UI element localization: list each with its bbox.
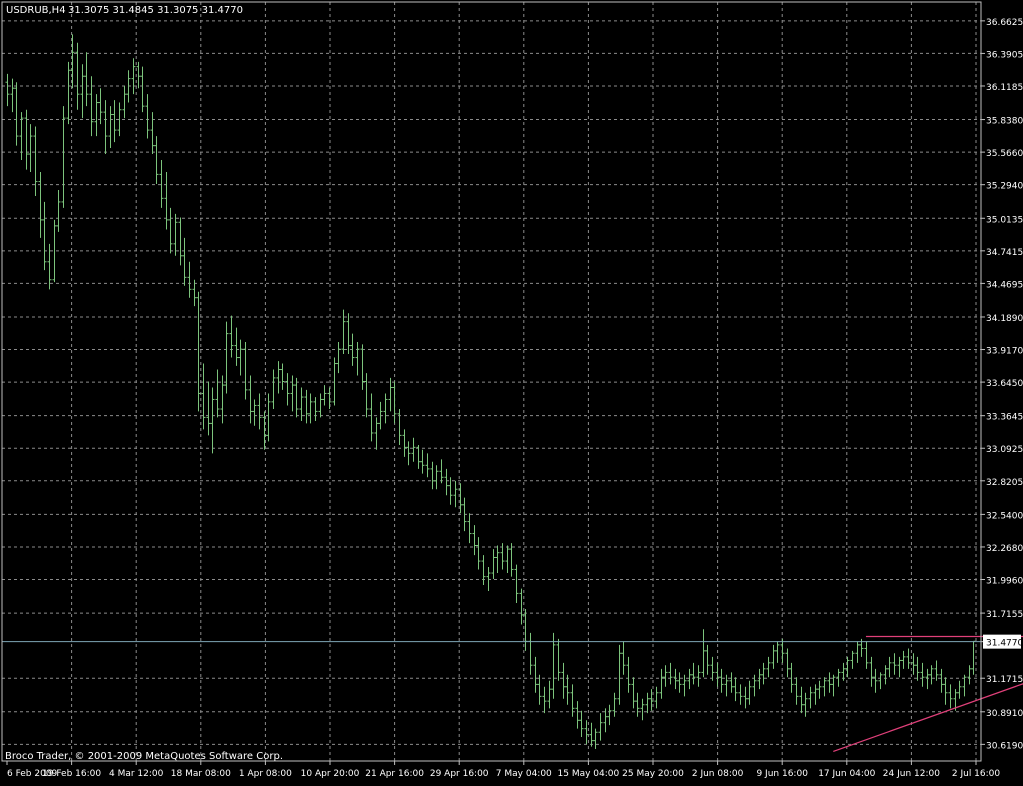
x-tick-label: 2 Jul 16:00 xyxy=(952,769,1001,779)
y-tick-label: 31.1715 xyxy=(986,675,1023,685)
x-tick-label: 24 Jun 12:00 xyxy=(883,769,940,779)
y-tick-label: 31.7155 xyxy=(986,610,1023,620)
y-tick-label: 36.3905 xyxy=(986,50,1023,60)
y-tick-label: 33.0925 xyxy=(986,445,1023,455)
x-tick-label: 10 Apr 20:00 xyxy=(301,769,360,779)
x-tick-label: 17 Jun 04:00 xyxy=(818,769,875,779)
x-tick-label: 25 May 20:00 xyxy=(622,769,684,779)
y-tick-label: 35.8380 xyxy=(986,117,1023,127)
x-tick-label: 7 May 04:00 xyxy=(496,769,552,779)
x-tick-label: 29 Apr 16:00 xyxy=(430,769,489,779)
chart-canvas[interactable]: 36.6625 36.3905 36.1185 35.8380 35.5660 35.29… xyxy=(0,0,1023,782)
y-tick-label: 33.3645 xyxy=(986,413,1023,423)
symbol-label: USDRUB,H4 xyxy=(6,5,66,16)
current-price-label: 31.4770 xyxy=(986,639,1023,649)
y-tick-label: 34.1890 xyxy=(986,314,1023,324)
y-tick-label: 34.4695 xyxy=(986,280,1023,290)
y-tick-label: 33.6450 xyxy=(986,379,1023,389)
y-tick-label: 35.0135 xyxy=(986,215,1023,225)
y-tick-label: 32.2680 xyxy=(986,544,1023,554)
y-tick-label: 32.5400 xyxy=(986,511,1023,521)
x-tick-label: 2 Jun 08:00 xyxy=(692,769,744,779)
ohlc-readout: 31.3075 31.4845 31.3075 31.4770 xyxy=(68,5,243,16)
y-tick-label: 31.9960 xyxy=(986,577,1023,587)
x-tick-label: 18 Mar 08:00 xyxy=(171,769,231,779)
x-tick-label: 9 Jun 16:00 xyxy=(756,769,808,779)
chart-background xyxy=(0,0,1023,782)
copyright-text: Broco Trader, © 2001-2009 MetaQuotes Sof… xyxy=(5,751,283,762)
y-tick-label: 35.5660 xyxy=(986,149,1023,159)
x-tick-label: 4 Mar 12:00 xyxy=(109,769,164,779)
x-tick-label: 15 May 04:00 xyxy=(558,769,620,779)
x-tick-label: 19 Feb 16:00 xyxy=(42,769,101,779)
y-tick-label: 36.6625 xyxy=(986,18,1023,28)
y-tick-label: 30.6190 xyxy=(986,741,1023,751)
y-tick-label: 32.8205 xyxy=(986,478,1023,488)
x-tick-label: 1 Apr 08:00 xyxy=(239,769,292,779)
x-tick-label: 21 Apr 16:00 xyxy=(365,769,424,779)
y-tick-label: 35.2940 xyxy=(986,182,1023,192)
y-tick-label: 34.7415 xyxy=(986,248,1023,258)
price-chart[interactable]: 36.6625 36.3905 36.1185 35.8380 35.5660 35.29… xyxy=(0,0,1023,782)
y-tick-label: 33.9170 xyxy=(986,347,1023,357)
y-tick-label: 30.8910 xyxy=(986,709,1023,719)
y-tick-label: 36.1185 xyxy=(986,83,1023,93)
